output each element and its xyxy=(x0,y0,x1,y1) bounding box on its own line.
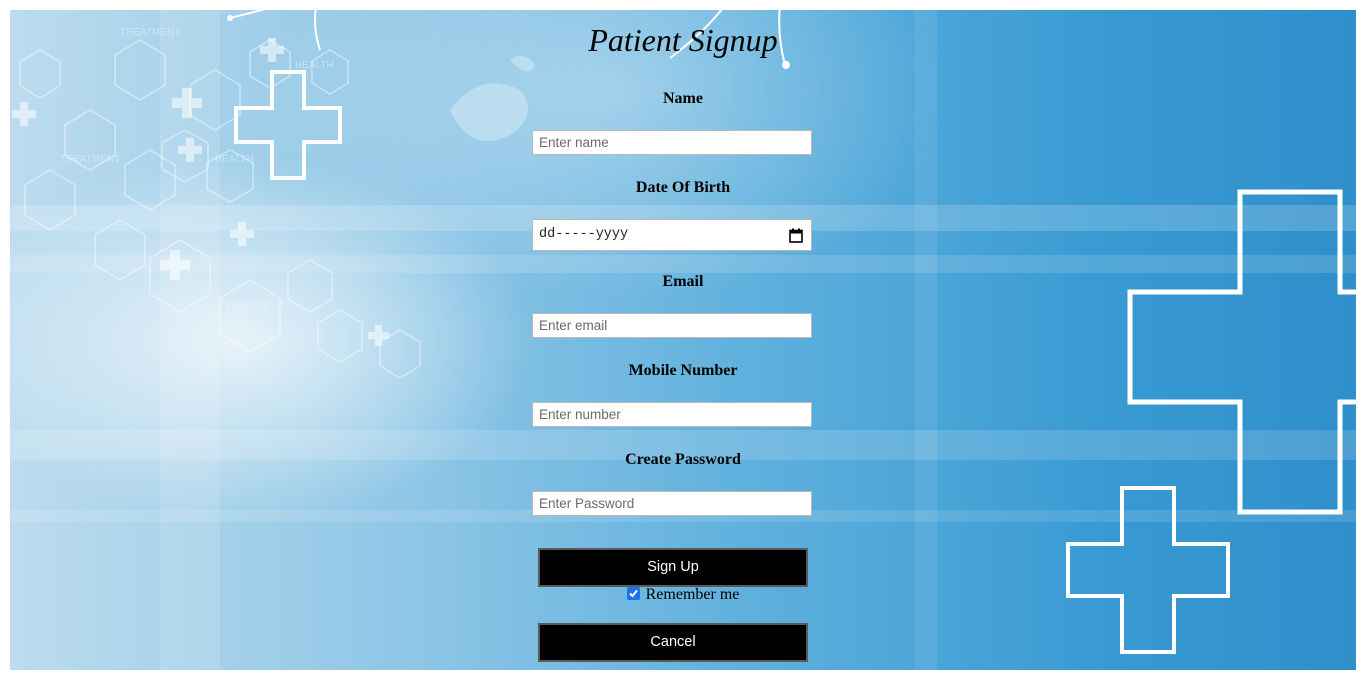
svg-text:TREATMENT: TREATMENT xyxy=(225,302,285,313)
calendar-icon[interactable] xyxy=(789,228,803,243)
name-input[interactable] xyxy=(532,130,812,155)
dob-label: Date Of Birth xyxy=(635,179,731,196)
email-input[interactable] xyxy=(532,313,812,338)
checkmark-icon xyxy=(628,589,638,598)
name-label: Name xyxy=(663,90,703,107)
password-label: Create Password xyxy=(625,451,741,468)
medical-cross-icon xyxy=(1066,486,1230,654)
svg-text:HEALTH: HEALTH xyxy=(295,60,334,71)
dob-date-value: dd-----yyyy xyxy=(539,227,629,242)
mobile-input[interactable] xyxy=(532,402,812,427)
remember-me-label: Remember me xyxy=(645,586,740,603)
cancel-button[interactable]: Cancel xyxy=(538,623,808,662)
remember-me-row[interactable]: Remember me xyxy=(0,586,1366,604)
password-input[interactable] xyxy=(532,491,812,516)
dob-date-input[interactable]: dd-----yyyy xyxy=(532,219,812,251)
page-title: Patient Signup xyxy=(588,22,778,58)
email-label: Email xyxy=(662,273,704,290)
svg-text:HEALTH: HEALTH xyxy=(215,154,254,165)
remember-me-checkbox[interactable] xyxy=(626,587,640,600)
svg-text:TREATMENT: TREATMENT xyxy=(60,154,120,165)
signup-button[interactable]: Sign Up xyxy=(538,548,808,587)
mobile-label: Mobile Number xyxy=(628,362,738,379)
